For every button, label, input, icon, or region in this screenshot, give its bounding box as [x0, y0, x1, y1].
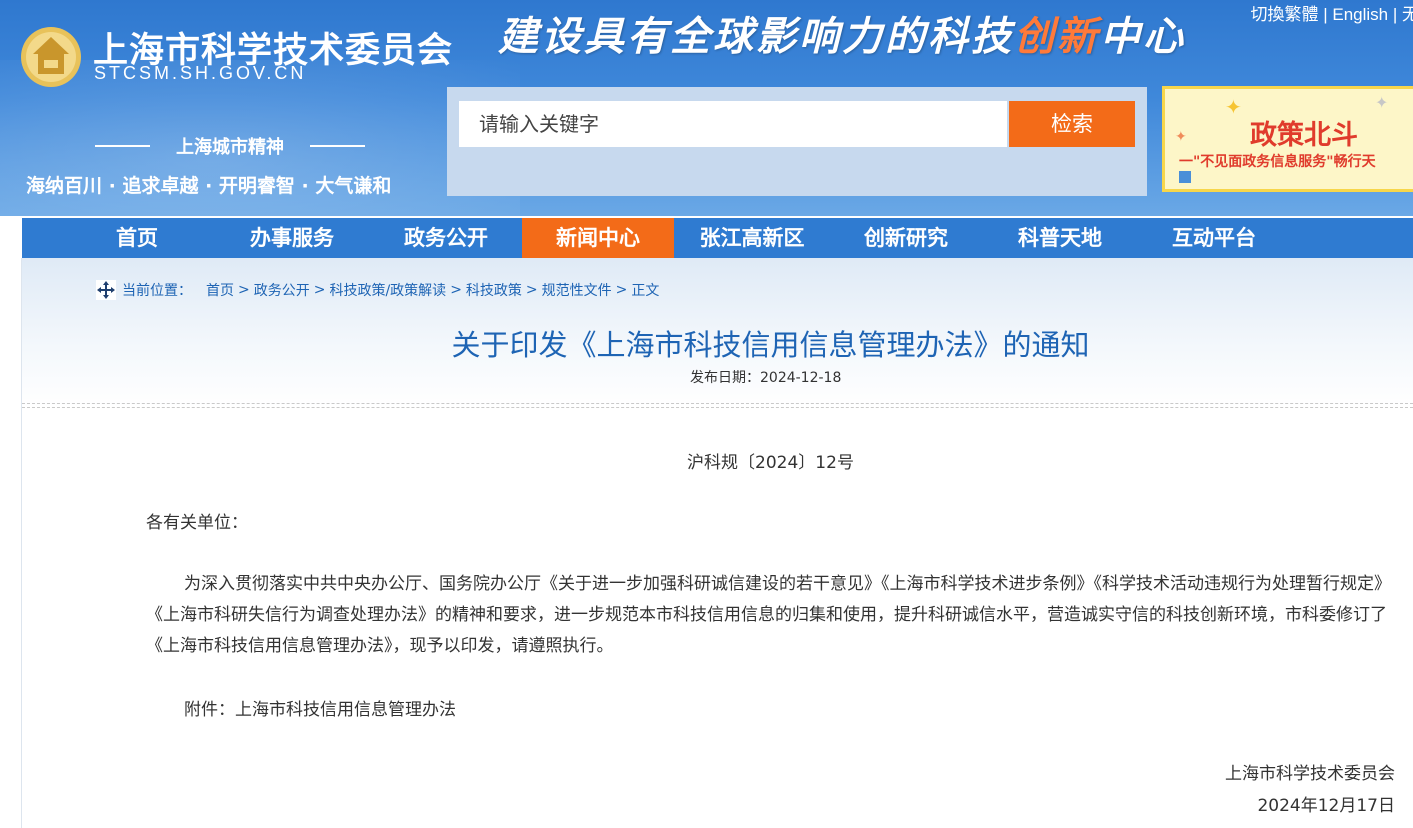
emblem-logo-icon[interactable]	[20, 26, 82, 88]
nav-item-innovation-research[interactable]: 创新研究	[844, 218, 968, 258]
article-body: 为深入贯彻落实中共中央办公厅、国务院办公厅《关于进一步加强科研诚信建设的若干意见…	[146, 574, 1391, 656]
title-divider	[22, 407, 1413, 408]
search-panel: 检索	[447, 87, 1147, 196]
breadcrumb-prefix: 当前位置：	[122, 283, 192, 299]
site-header: 上海市科学技术委员会 STCSM.SH.GOV.CN 建设具有全球影响力的科技创…	[0, 0, 1413, 216]
breadcrumb-item-policy-interpretation[interactable]: 科技政策/政策解读	[329, 283, 446, 299]
attachment-line[interactable]: 附件：上海市科技信用信息管理办法	[184, 695, 456, 726]
banner-title: 政策北斗	[1250, 120, 1358, 151]
breadcrumb-item-current: 正文	[631, 283, 660, 299]
accessibility-link[interactable]: 无	[1402, 5, 1413, 24]
breadcrumb: 当前位置： 首页 > 政务公开 > 科技政策/政策解读 > 科技政策 > 规范性文件 > 正文	[96, 280, 659, 300]
breadcrumb-separator: >	[313, 282, 326, 298]
breadcrumb-item-normative-docs[interactable]: 规范性文件	[542, 283, 612, 299]
slogan-main: 建设具有全球影响力的科技	[498, 13, 1014, 60]
main-nav: 首页 办事服务 政务公开 新闻中心 张江高新区 创新研究 科普天地 互动平台	[22, 218, 1413, 258]
document-number: 沪科规〔2024〕12号	[687, 453, 854, 473]
breadcrumb-item-tech-policy[interactable]: 科技政策	[466, 283, 522, 299]
city-spirit-title: 上海城市精神	[95, 133, 365, 159]
search-button[interactable]: 检索	[1009, 101, 1135, 147]
nav-item-science-popularization[interactable]: 科普天地	[998, 218, 1122, 258]
top-links: 切換繁體 | English | 无	[1250, 0, 1413, 25]
article-title: 关于印发《上海市科技信用信息管理办法》的通知	[451, 328, 1090, 362]
publish-date-label: 发布日期：	[690, 370, 760, 386]
publish-date-value: 2024-12-18	[760, 370, 842, 386]
nav-item-services[interactable]: 办事服务	[230, 218, 354, 258]
traditional-chinese-link[interactable]: 切換繁體	[1250, 5, 1318, 24]
nav-item-news-center[interactable]: 新闻中心	[522, 218, 674, 258]
signature-date: 2024年12月17日	[1257, 796, 1395, 816]
title-divider	[22, 403, 1413, 404]
sparkle-icon: ✦	[1375, 93, 1389, 112]
breadcrumb-item-home[interactable]: 首页	[206, 283, 234, 299]
english-link[interactable]: English	[1332, 5, 1388, 24]
nav-item-home[interactable]: 首页	[82, 218, 192, 258]
nav-item-interaction[interactable]: 互动平台	[1152, 218, 1276, 258]
city-spirit-text: 海纳百川 · 追求卓越 · 开明睿智 · 大气谦和	[26, 175, 392, 197]
banner-subtitle: 一"不见面政务信息服务"畅行天	[1179, 154, 1376, 170]
slogan-highlight: 创新	[1014, 13, 1100, 60]
nav-item-gov-affairs[interactable]: 政务公开	[382, 218, 510, 258]
sparkle-icon: ✦	[1175, 129, 1187, 145]
top-links-separator: |	[1318, 5, 1333, 24]
slogan-tail: 中心	[1100, 13, 1186, 60]
breadcrumb-separator: >	[238, 282, 250, 298]
location-arrows-icon	[96, 280, 116, 300]
addressee: 各有关单位：	[146, 513, 248, 533]
site-domain: STCSM.SH.GOV.CN	[94, 63, 307, 83]
breadcrumb-separator: >	[525, 282, 538, 298]
top-links-separator: |	[1388, 5, 1402, 24]
header-slogan: 建设具有全球影响力的科技创新中心	[498, 4, 1186, 62]
publish-date: 发布日期：2024-12-18	[690, 367, 841, 387]
breadcrumb-item-gov-affairs[interactable]: 政务公开	[254, 283, 310, 299]
signature-organization: 上海市科学技术委员会	[1225, 764, 1395, 784]
policy-beidou-banner[interactable]: ✦ ✦ ✦ 政策北斗 一"不见面政务信息服务"畅行天	[1162, 86, 1413, 192]
breadcrumb-separator: >	[450, 282, 462, 298]
sparkle-icon: ✦	[1225, 95, 1242, 119]
nav-item-zhangjiang[interactable]: 张江高新区	[687, 218, 817, 258]
search-input[interactable]	[459, 101, 1007, 147]
breadcrumb-separator: >	[615, 282, 628, 298]
banner-corner-icon	[1179, 171, 1191, 183]
